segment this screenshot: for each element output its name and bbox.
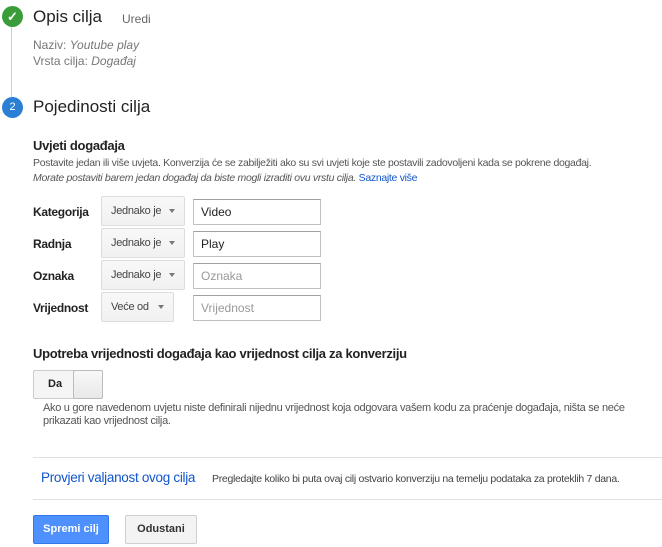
verify-description: Pregledajte koliko bi puta ovaj cilj ost…	[212, 473, 620, 485]
toggle-knob	[73, 370, 103, 399]
value-note-line1: Ako u gore navedenom uvjetu niste defini…	[43, 402, 625, 414]
check-icon: ✓	[2, 6, 23, 27]
operator-dropdown[interactable]: Jednako je	[101, 196, 185, 226]
chevron-down-icon	[169, 273, 175, 277]
operator-dropdown[interactable]: Veće od	[101, 292, 174, 322]
operator-dropdown[interactable]: Jednako je	[101, 260, 185, 290]
type-label: Vrsta cilja:	[33, 54, 88, 68]
verify-goal-link[interactable]: Provjeri valjanost ovog cilja	[41, 470, 195, 485]
condition-value-input[interactable]	[193, 199, 321, 225]
step-connector	[11, 26, 12, 98]
value-heading: Upotreba vrijednosti događaja kao vrijed…	[33, 346, 407, 361]
divider	[33, 457, 662, 458]
operator-value: Jednako je	[111, 269, 162, 281]
condition-value-input[interactable]	[193, 231, 321, 257]
operator-value: Veće od	[111, 301, 149, 313]
condition-label: Oznaka	[33, 269, 74, 283]
step-number-badge: 2	[2, 97, 23, 118]
step1-title: Opis cilja	[33, 7, 102, 26]
condition-label: Kategorija	[33, 205, 89, 219]
chevron-down-icon	[158, 305, 164, 309]
step2-title: Pojedinosti cilja	[33, 97, 151, 116]
conditions-description: Postavite jedan ili više uvjeta. Konverz…	[33, 157, 592, 169]
chevron-down-icon	[169, 241, 175, 245]
conditions-note: Morate postaviti barem jedan događaj da …	[33, 172, 417, 184]
save-goal-button[interactable]: Spremi cilj	[33, 515, 109, 544]
condition-value-input[interactable]	[193, 263, 321, 289]
toggle-label: Da	[48, 378, 63, 390]
note-text: Morate postaviti barem jedan događaj da …	[33, 172, 356, 184]
cancel-button[interactable]: Odustani	[125, 515, 197, 544]
conditions-heading: Uvjeti događaja	[33, 138, 125, 153]
operator-dropdown[interactable]: Jednako je	[101, 228, 185, 258]
learn-more-link[interactable]: Saznajte više	[359, 172, 418, 184]
chevron-down-icon	[169, 209, 175, 213]
operator-value: Jednako je	[111, 237, 162, 249]
operator-value: Jednako je	[111, 205, 162, 217]
condition-label: Radnja	[33, 237, 72, 251]
goal-name: Naziv: Youtube play	[33, 38, 139, 52]
name-value: Youtube play	[69, 38, 140, 52]
use-value-toggle[interactable]: Da	[33, 370, 103, 399]
type-value: Događaj	[91, 54, 136, 68]
condition-label: Vrijednost	[33, 301, 89, 315]
value-note-line2: prikazati kao vrijednost cilja.	[43, 415, 171, 427]
name-label: Naziv:	[33, 38, 67, 52]
goal-type: Vrsta cilja: Događaj	[33, 54, 136, 68]
edit-link[interactable]: Uredi	[122, 12, 151, 26]
divider	[33, 499, 662, 500]
condition-value-input[interactable]	[193, 295, 321, 321]
